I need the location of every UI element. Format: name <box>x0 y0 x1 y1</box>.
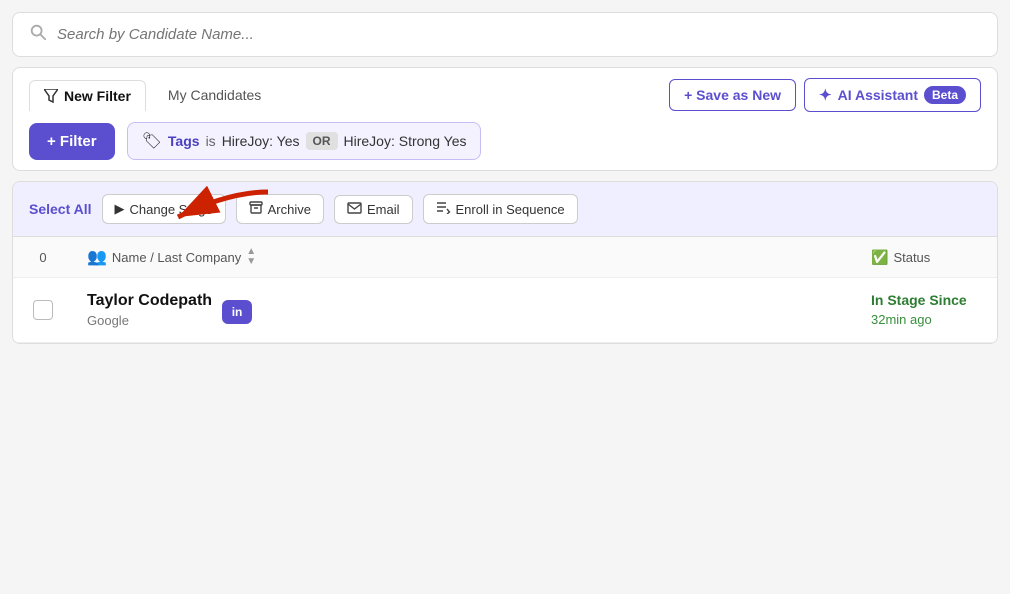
filter-button[interactable]: + Filter <box>29 123 115 160</box>
search-icon <box>29 23 47 46</box>
or-badge: OR <box>306 132 338 150</box>
change-stage-button[interactable]: ▶ Change Stage <box>102 194 226 224</box>
table-row: Taylor Codepath Google in In Stage Since… <box>13 278 997 343</box>
table-section: Select All ▶ Change Stage <box>12 181 998 344</box>
candidate-info: Taylor Codepath Google <box>87 292 212 328</box>
tab-my-candidates[interactable]: My Candidates <box>154 80 275 110</box>
filter-tag-pill: 🏷 Tags is HireJoy: Yes OR HireJoy: Stron… <box>127 122 482 160</box>
sparkle-icon: ✦ <box>819 86 832 104</box>
enroll-icon <box>436 201 451 217</box>
candidate-row-data: Taylor Codepath Google in <box>87 292 252 328</box>
status-label: In Stage Since <box>871 292 967 308</box>
email-icon <box>347 202 362 217</box>
table-header: 0 👥 Name / Last Company ▲▼ ✅ Status <box>13 237 997 278</box>
th-count: 0 <box>13 237 73 277</box>
archive-button[interactable]: Archive <box>236 194 324 224</box>
search-input[interactable] <box>57 26 981 43</box>
save-as-new-button[interactable]: + Save as New <box>669 79 796 111</box>
linkedin-badge[interactable]: in <box>222 300 252 324</box>
email-button[interactable]: Email <box>334 195 413 224</box>
status-icon: ✅ <box>871 249 888 266</box>
tab-new-filter[interactable]: New Filter <box>29 80 146 111</box>
sort-icon[interactable]: ▲▼ <box>246 247 256 267</box>
th-status: ✅ Status <box>857 237 997 277</box>
candidate-company: Google <box>87 313 212 328</box>
candidates-icon: 👥 <box>87 247 107 267</box>
select-all-button[interactable]: Select All <box>29 201 92 217</box>
table-toolbar: Select All ▶ Change Stage <box>13 182 997 237</box>
beta-badge: Beta <box>924 86 966 104</box>
stage-icon: ▶ <box>115 201 125 217</box>
enroll-button[interactable]: Enroll in Sequence <box>423 194 578 224</box>
ai-assistant-button[interactable]: ✦ AI Assistant Beta <box>804 78 981 112</box>
archive-icon <box>249 201 263 217</box>
search-bar <box>12 12 998 57</box>
row-checkbox[interactable] <box>33 300 53 320</box>
tag-icon: 🏷 <box>142 131 162 151</box>
candidate-name: Taylor Codepath <box>87 292 212 310</box>
status-cell: In Stage Since 32min ago <box>871 292 967 327</box>
th-name: 👥 Name / Last Company ▲▼ <box>73 237 857 277</box>
td-checkbox[interactable] <box>13 278 73 342</box>
status-time: 32min ago <box>871 312 967 327</box>
td-candidate: Taylor Codepath Google in <box>73 278 857 342</box>
td-status: In Stage Since 32min ago <box>857 278 997 342</box>
filter-tabs: New Filter My Candidates + Save as New ✦… <box>29 78 981 112</box>
filter-bar: New Filter My Candidates + Save as New ✦… <box>12 67 998 171</box>
filter-row: + Filter 🏷 Tags is HireJoy: Yes OR HireJ… <box>29 122 981 160</box>
